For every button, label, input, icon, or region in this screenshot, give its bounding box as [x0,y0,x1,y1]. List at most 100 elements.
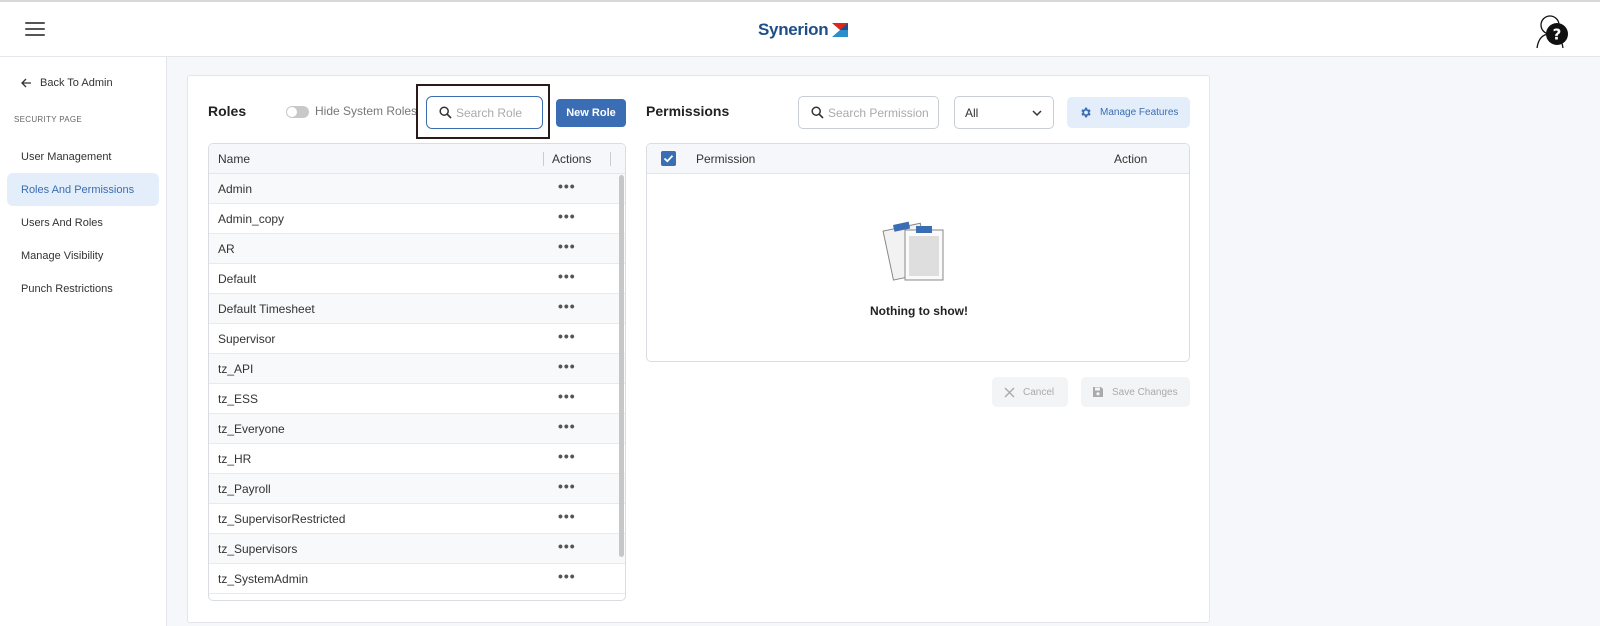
more-actions-icon[interactable]: ••• [558,389,576,403]
roles-table-header: Name Actions [209,144,625,174]
role-name: Default [218,272,257,286]
more-actions-icon[interactable]: ••• [558,419,576,433]
cancel-button[interactable]: Cancel [992,377,1068,407]
role-name: tz_ESS [218,392,259,406]
sidebar-item-user-management[interactable]: User Management [7,140,159,173]
role-name: tz_SupervisorRestricted [218,512,346,526]
clipboard-icon [882,221,944,281]
roles-table: Name Actions Admin ••• Admin_copy ••• AR ••• D… [208,143,626,601]
brand-logo: Synerion [758,18,849,42]
table-row[interactable]: tz_HR ••• [209,444,625,474]
manage-features-button[interactable]: Manage Features [1067,97,1190,128]
brand-name: Synerion [758,20,829,39]
sidebar-item-roles-and-permissions[interactable]: Roles And Permissions [7,173,159,206]
section-label: SECURITY PAGE [14,115,83,124]
column-divider [543,152,544,166]
more-actions-icon[interactable]: ••• [558,509,576,523]
permissions-table-header: Permission Action [647,144,1189,174]
column-header-name: Name [218,152,251,166]
role-name: tz_Payroll [218,482,271,496]
role-name: tz_API [218,362,254,376]
more-actions-icon[interactable]: ••• [558,359,576,373]
sidebar-item-punch-restrictions[interactable]: Punch Restrictions [7,272,159,305]
more-actions-icon[interactable]: ••• [558,179,576,193]
table-row[interactable]: Admin_copy ••• [209,204,625,234]
cancel-label: Cancel [1023,386,1055,398]
top-bar: Synerion ? [0,0,1600,57]
table-row[interactable]: Default Timesheet ••• [209,294,625,324]
table-row[interactable]: tz_SupervisorRestricted ••• [209,504,625,534]
more-actions-icon[interactable]: ••• [558,539,576,553]
role-name: tz_SystemAdmin [218,572,309,586]
more-actions-icon[interactable]: ••• [558,269,576,283]
menu-icon[interactable] [25,22,45,38]
column-header-permission: Permission [696,152,756,166]
sidebar-item-label: User Management [21,150,112,163]
more-actions-icon[interactable]: ••• [558,239,576,253]
back-to-admin-link[interactable]: Back To Admin [20,77,113,89]
role-name: tz_Everyone [218,422,285,436]
column-header-action: Action [1114,152,1148,166]
select-all-checkbox[interactable] [661,151,676,166]
table-row[interactable]: tz_Everyone ••• [209,414,625,444]
column-divider [610,152,611,166]
back-to-admin-label: Back To Admin [40,77,113,89]
table-row[interactable]: AR ••• [209,234,625,264]
manage-features-label: Manage Features [1100,107,1179,118]
search-permission-input[interactable] [828,105,938,120]
hide-system-roles-toggle[interactable] [286,106,309,118]
role-name: tz_HR [218,452,252,466]
checkmark-icon [663,155,674,163]
help-glyph: ? [1553,26,1562,44]
sidebar: Back To Admin SECURITY PAGE User Managem… [0,57,167,626]
brand-flag-icon [832,23,849,37]
role-name: AR [218,242,235,256]
table-row[interactable]: tz_API ••• [209,354,625,384]
table-row[interactable]: tz_SystemAdmin ••• [209,564,625,594]
permissions-title: Permissions [646,103,730,119]
save-changes-button[interactable]: Save Changes [1081,377,1190,407]
sidebar-item-manage-visibility[interactable]: Manage Visibility [7,239,159,272]
roles-scrollbar[interactable] [619,175,624,557]
close-icon [1004,387,1015,397]
table-row[interactable]: Supervisor ••• [209,324,625,354]
more-actions-icon[interactable]: ••• [558,449,576,463]
search-role-field[interactable] [426,96,543,129]
role-name: tz_Supervisors [218,542,298,556]
table-row[interactable]: tz_ESS ••• [209,384,625,414]
table-row[interactable]: tz_Payroll ••• [209,474,625,504]
table-row[interactable]: Default ••• [209,264,625,294]
sidebar-item-label: Roles And Permissions [21,183,135,196]
empty-state-text: Nothing to show! [870,304,968,318]
more-actions-icon[interactable]: ••• [558,209,576,223]
hide-system-roles-label: Hide System Roles [315,104,418,118]
new-role-button[interactable]: New Role [556,99,626,127]
search-icon [439,106,452,119]
search-icon [811,106,824,119]
roles-table-body: Admin ••• Admin_copy ••• AR ••• Default ••• Defa… [209,174,625,594]
role-name: Default Timesheet [218,302,315,316]
permission-filter-select[interactable]: All [954,96,1054,129]
chevron-down-icon [1032,110,1042,117]
search-role-input[interactable] [456,105,536,120]
table-row[interactable]: Admin ••• [209,174,625,204]
save-changes-label: Save Changes [1112,386,1178,398]
sidebar-item-label: Punch Restrictions [21,282,113,295]
save-icon [1093,387,1103,397]
table-row[interactable]: tz_Supervisors ••• [209,534,625,564]
arrow-left-icon [21,78,31,88]
more-actions-icon[interactable]: ••• [558,299,576,313]
more-actions-icon[interactable]: ••• [558,569,576,583]
roles-title: Roles [208,103,247,119]
role-name: Admin_copy [218,212,285,226]
sidebar-item-label: Users And Roles [21,216,103,229]
help-icon[interactable]: ? [1533,12,1573,52]
sidebar-item-users-and-roles[interactable]: Users And Roles [7,206,159,239]
more-actions-icon[interactable]: ••• [558,479,576,493]
more-actions-icon[interactable]: ••• [558,329,576,343]
sidebar-item-label: Manage Visibility [21,249,104,262]
search-permission-field[interactable] [798,96,939,129]
role-name: Supervisor [218,332,276,346]
filter-selected-value: All [965,105,979,120]
permissions-table: Permission Action Nothing to show! [646,143,1190,362]
